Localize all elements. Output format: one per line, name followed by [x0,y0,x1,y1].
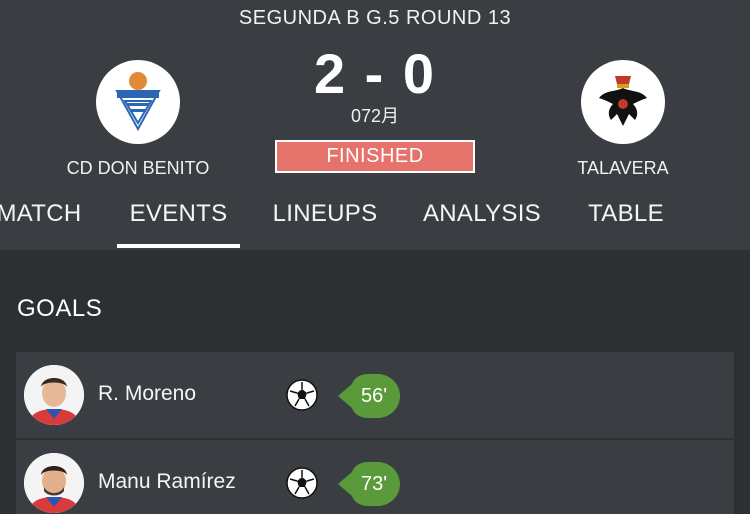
goal-scorer-name[interactable]: Manu Ramírez [98,470,236,494]
home-team-crest[interactable] [96,60,180,144]
soccer-ball-icon [286,379,318,411]
goal-row[interactable]: R. Moreno 56' [16,352,734,438]
away-team-crest[interactable] [581,60,665,144]
goal-minute: 73' [360,473,388,495]
player-avatar [24,453,84,513]
goal-scorer-name[interactable]: R. Moreno [98,382,196,406]
match-header: SEGUNDA B G.5 ROUND 13 CD DON BENITO 2 -… [0,0,750,250]
goal-minute-badge: 73' [338,462,400,506]
goal-minute-badge: 56' [338,374,400,418]
tab-events[interactable]: EVENTS [117,190,240,250]
match-status-badge: FINISHED [275,140,475,173]
away-crest-icon [599,76,647,126]
tab-analysis[interactable]: ANALYSIS [416,190,548,250]
goal-minute: 56' [360,385,388,407]
tab-table[interactable]: TABLE [582,190,670,250]
goals-section-title: GOALS [17,295,103,322]
match-score: 2 - 0 [313,42,437,105]
player-photo-icon [24,365,84,425]
soccer-ball-icon [286,467,318,499]
player-avatar [24,365,84,425]
tab-match[interactable]: MATCH [0,190,82,250]
away-team-name[interactable]: TALAVERA [523,158,723,179]
home-crest-icon [115,72,161,132]
home-team-name[interactable]: CD DON BENITO [38,158,238,179]
competition-title: SEGUNDA B G.5 ROUND 13 [238,7,512,29]
player-photo-icon [24,453,84,513]
goal-row[interactable]: Manu Ramírez 73' [16,440,734,514]
match-date: 072月 [350,106,400,126]
tab-lineups[interactable]: LINEUPS [265,190,385,250]
match-tabs: MATCH EVENTS LINEUPS ANALYSIS TABLE [0,190,750,250]
